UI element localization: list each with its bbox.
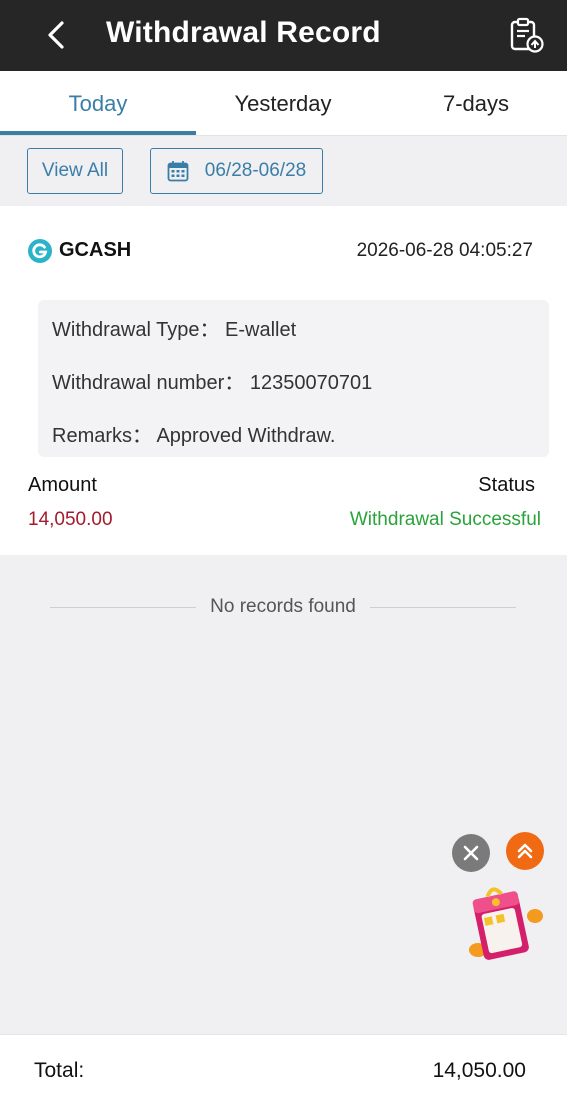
amount-value: 14,050.00 — [28, 509, 113, 530]
active-tab-indicator — [0, 131, 196, 135]
tab-yesterday[interactable]: Yesterday — [185, 71, 381, 136]
withdrawal-type-row: Withdrawal Type： E-wallet — [52, 313, 296, 342]
empty-state: No records found — [50, 592, 516, 622]
remarks-row: Remarks： Approved Withdraw. — [52, 419, 335, 448]
calendar-icon — [167, 161, 189, 182]
status-label: Status — [478, 474, 535, 496]
divider-left — [50, 606, 197, 608]
scroll-top-button[interactable] — [506, 832, 544, 870]
date-range-button[interactable]: 06/28-06/28 — [150, 148, 323, 194]
total-label: Total: — [34, 1059, 85, 1082]
status-value: Withdrawal Successful — [349, 509, 541, 530]
clipboard-upload-icon[interactable] — [506, 16, 546, 56]
back-button[interactable] — [38, 16, 74, 54]
gift-box-promo-icon[interactable] — [462, 884, 546, 968]
withdrawal-number-row: Withdrawal number： 12350070701 — [52, 366, 372, 395]
withdrawal-type-label: Withdrawal Type： — [52, 319, 220, 341]
divider-right — [369, 606, 516, 608]
double-chevron-up-icon — [517, 843, 533, 859]
payment-method-name: GCASH — [59, 239, 132, 261]
close-icon — [463, 845, 479, 861]
date-range-label: 06/28-06/28 — [204, 160, 307, 181]
close-promo-button[interactable] — [452, 834, 490, 872]
tab-7-days[interactable]: 7-days — [378, 71, 567, 136]
remarks-label: Remarks： — [52, 425, 153, 447]
remarks-value: Approved Withdraw. — [156, 425, 336, 447]
page-title: Withdrawal Record — [106, 16, 381, 49]
filter-bar: View All 06/28-06/28 — [0, 136, 567, 206]
no-records-text: No records found — [210, 596, 356, 617]
gcash-logo-icon — [28, 239, 52, 263]
record-details: Withdrawal Type： E-wallet Withdrawal num… — [38, 300, 549, 457]
total-bar: Total: 14,050.00 — [0, 1034, 567, 1100]
tab-today[interactable]: Today — [0, 71, 196, 136]
date-tabs: Today Yesterday 7-days — [0, 71, 567, 136]
record-timestamp: 2026-06-28 04:05:27 — [356, 240, 533, 261]
total-value: 14,050.00 — [432, 1059, 526, 1082]
amount-label: Amount — [28, 474, 97, 496]
chevron-left-icon — [48, 21, 64, 49]
withdrawal-number-value: 12350070701 — [249, 372, 373, 394]
app-header: Withdrawal Record — [0, 0, 567, 71]
view-all-button[interactable]: View All — [27, 148, 123, 194]
withdrawal-type-value: E-wallet — [225, 319, 297, 341]
withdrawal-record-card[interactable]: GCASH 2026-06-28 04:05:27 Withdrawal Typ… — [0, 206, 567, 555]
withdrawal-number-label: Withdrawal number： — [52, 372, 245, 394]
